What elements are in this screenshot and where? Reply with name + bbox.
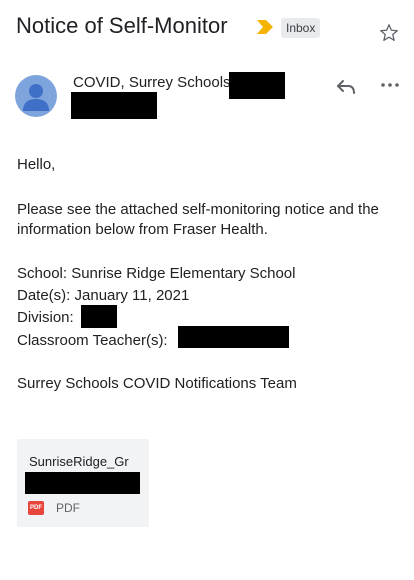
signoff-text: Surrey Schools COVID Notifications Team — [17, 375, 297, 392]
redacted-teacher — [178, 326, 289, 348]
person-icon — [23, 84, 49, 111]
redacted-recipient — [71, 92, 157, 119]
importance-marker-icon[interactable] — [257, 20, 273, 34]
redacted-division — [81, 305, 117, 328]
body-line-1: Please see the attached self-monitoring … — [17, 201, 379, 218]
reply-icon[interactable] — [335, 78, 357, 96]
star-icon[interactable] — [378, 22, 400, 44]
school-line: School: Sunrise Ridge Elementary School — [17, 265, 296, 282]
attachment-type-label: PDF — [56, 501, 80, 515]
pdf-icon: PDF — [28, 501, 44, 515]
inbox-label-badge[interactable]: Inbox — [281, 18, 321, 38]
redacted-sender-email — [229, 72, 285, 99]
date-line: Date(s): January 11, 2021 — [17, 287, 190, 304]
more-icon[interactable] — [380, 80, 400, 90]
division-label: Division: — [17, 309, 74, 326]
avatar[interactable] — [15, 75, 57, 117]
redacted-attachment-name — [25, 472, 140, 494]
attachment-card[interactable]: SunriseRidge_Gr PDF PDF — [17, 439, 149, 527]
email-subject: Notice of Self-Monitor — [16, 13, 228, 38]
sender-name: COVID, Surrey Schools — [73, 74, 231, 91]
teacher-label: Classroom Teacher(s): — [17, 332, 168, 349]
body-line-2: information below from Fraser Health. — [17, 221, 268, 238]
greeting-text: Hello, — [17, 156, 56, 173]
attachment-filename: SunriseRidge_Gr — [29, 454, 129, 469]
